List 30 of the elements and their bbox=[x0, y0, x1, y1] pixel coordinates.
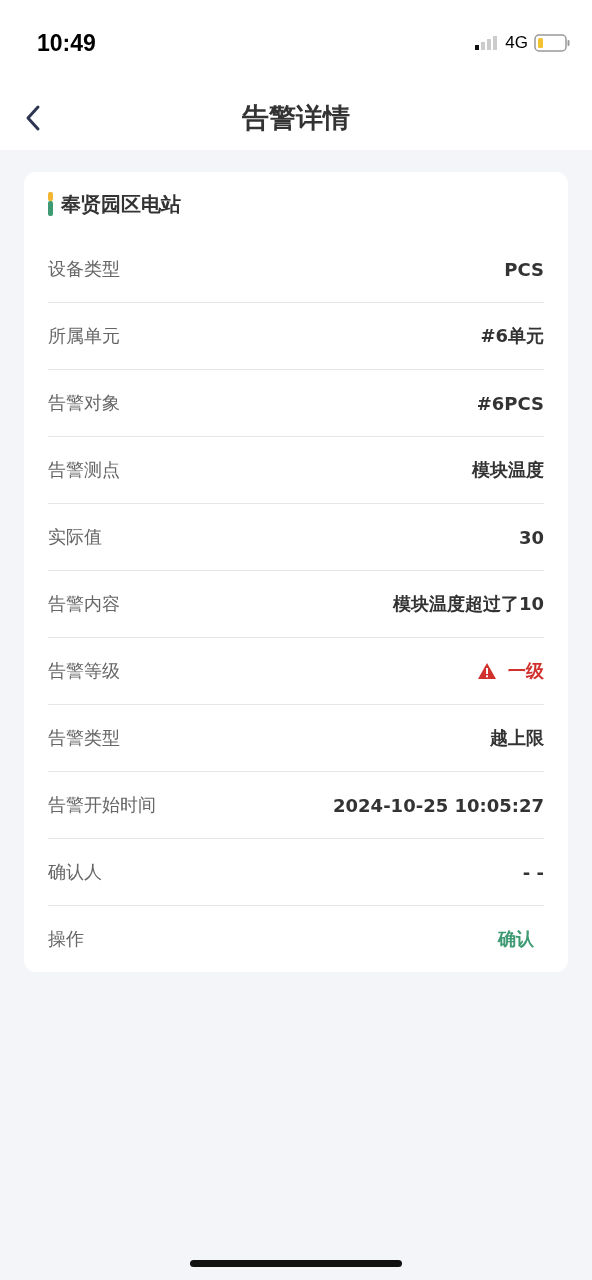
confirm-button[interactable]: 确认 bbox=[488, 923, 544, 955]
field-value: PCS bbox=[504, 258, 544, 280]
status-time: 10:49 bbox=[37, 29, 96, 57]
field-label: 实际值 bbox=[48, 525, 102, 549]
field-value: 30 bbox=[518, 526, 544, 548]
alarm-level: 一级 bbox=[508, 659, 544, 683]
field-label: 确认人 bbox=[48, 860, 102, 884]
field-label: 告警测点 bbox=[48, 458, 120, 482]
field-value: 模块温度超过了10 bbox=[392, 592, 544, 616]
field-value: 模块温度 bbox=[472, 458, 544, 482]
field-value: 越上限 bbox=[490, 726, 544, 750]
field-label: 告警对象 bbox=[48, 391, 120, 415]
field-label: 告警开始时间 bbox=[48, 793, 156, 817]
field-value: #6PCS bbox=[476, 392, 544, 414]
field-value: 2024-10-25 10:05:27 bbox=[333, 794, 544, 816]
field-label: 所属单元 bbox=[48, 324, 120, 348]
back-icon[interactable] bbox=[24, 104, 42, 132]
field-label: 告警内容 bbox=[48, 592, 120, 616]
signal-icon bbox=[475, 35, 500, 51]
network-label: 4G bbox=[505, 33, 528, 53]
field-label: 告警等级 bbox=[48, 659, 120, 683]
battery-icon bbox=[534, 34, 570, 52]
field-value: - - bbox=[522, 861, 544, 883]
field-value: #6单元 bbox=[480, 324, 544, 348]
page-title: 告警详情 bbox=[242, 101, 350, 135]
title-marker-icon bbox=[48, 192, 53, 216]
field-label: 告警类型 bbox=[48, 726, 120, 750]
field-label: 操作 bbox=[48, 927, 84, 951]
station-name: 奉贤园区电站 bbox=[61, 190, 181, 218]
field-label: 设备类型 bbox=[48, 257, 120, 281]
